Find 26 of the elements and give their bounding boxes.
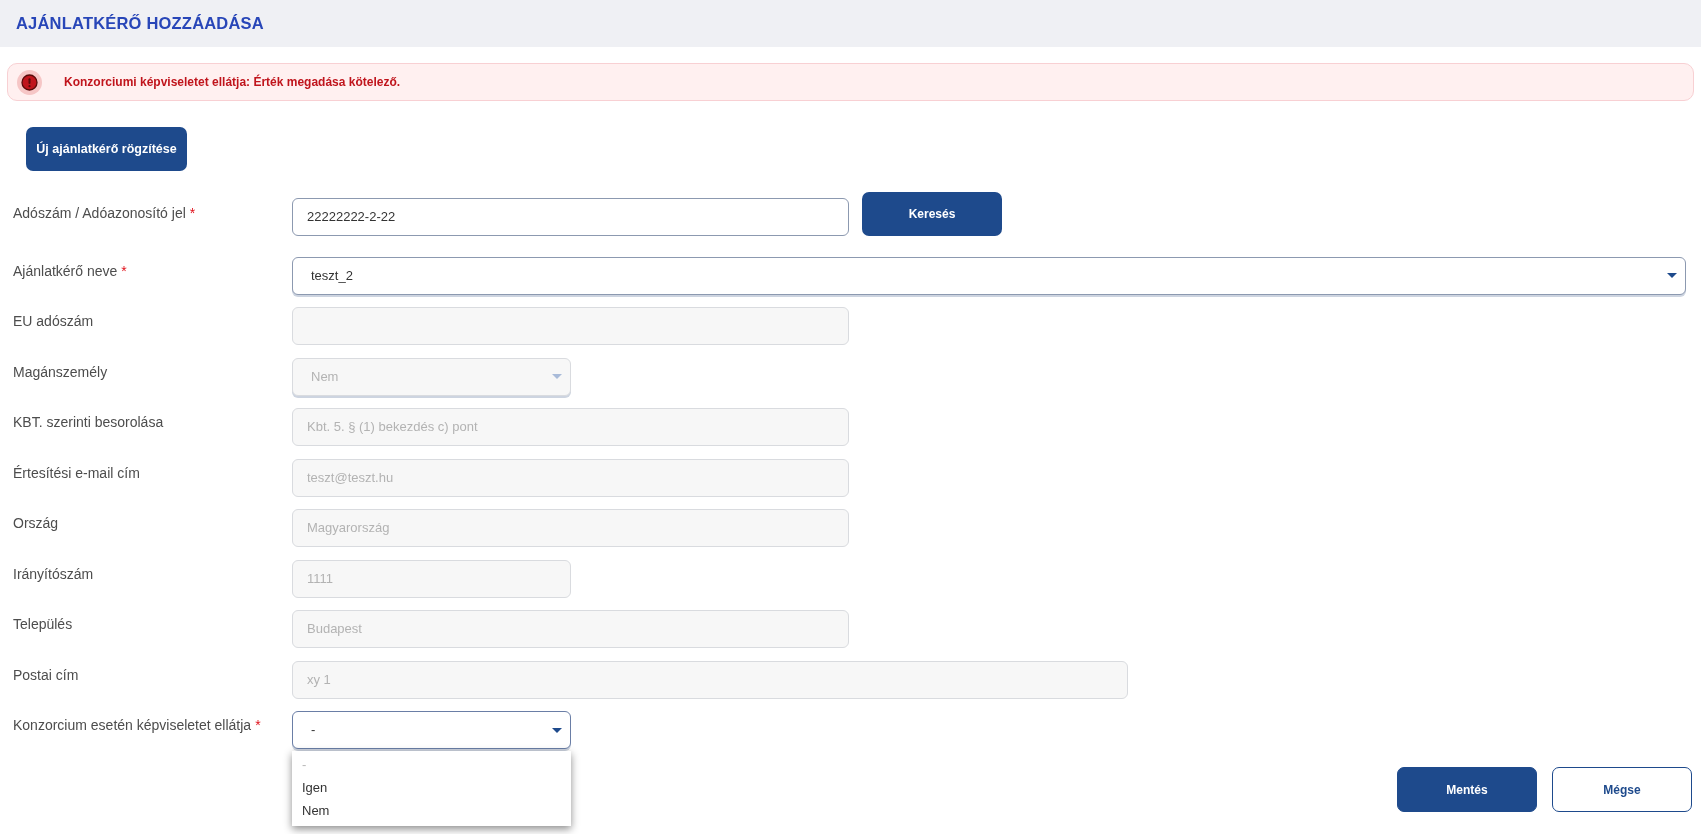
field-label: Magánszemély (13, 362, 109, 380)
page-title: AJÁNLATKÉRŐ HOZZÁADÁSA (16, 13, 264, 35)
dropdown-option[interactable]: Igen (292, 776, 571, 799)
caret-icon (1667, 273, 1677, 278)
field-label: Adószám / Adóazonosító jel * (13, 204, 197, 221)
field-label: Irányítószám (13, 564, 95, 582)
field-label: Ország (13, 514, 60, 531)
caret-icon (552, 727, 562, 733)
alert-message: Konzorciumi képviseletet ellátja: Érték megadása kötelező. (64, 73, 401, 91)
dropdown-field[interactable]: teszt_2 (292, 256, 1686, 295)
caret-icon (552, 374, 562, 379)
dropdown-option[interactable]: Nem (292, 799, 571, 822)
exclamation-icon (17, 69, 42, 95)
field-label: EU adószám (13, 312, 95, 329)
new-requester-button[interactable]: Új ajánlatkérő rögzítése (26, 127, 187, 171)
field-label: Értesítési e-mail cím (13, 463, 141, 481)
field-label: KBT. szerinti besorolása (13, 413, 165, 430)
search-button[interactable]: Keresés (862, 192, 1002, 236)
save-button[interactable]: Mentés (1397, 767, 1537, 812)
cancel-button[interactable]: Mégse (1552, 767, 1692, 812)
field-label: Konzorcium esetén képviseletet ellátja * (13, 716, 262, 733)
input-field[interactable]: 22222222-2-22 (292, 198, 849, 236)
field-label: Település (13, 615, 74, 632)
field-label: Ajánlatkérő neve * (13, 261, 128, 279)
field-label: Postai cím (13, 665, 80, 683)
dropdown-field[interactable]: - (292, 711, 571, 749)
